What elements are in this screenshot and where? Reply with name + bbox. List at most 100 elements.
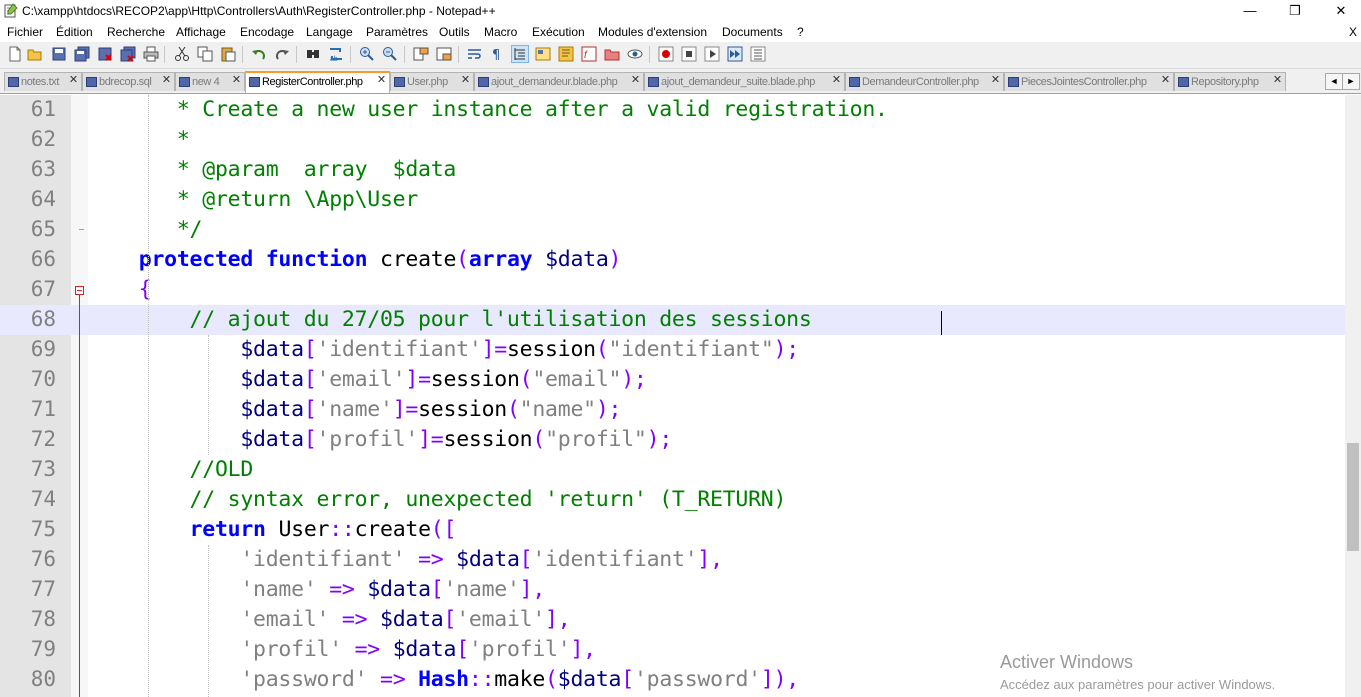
- vertical-scrollbar-thumb[interactable]: [1347, 443, 1359, 551]
- toolbar-separator: [296, 46, 297, 63]
- menu-documents[interactable]: Documents: [722, 25, 783, 39]
- saved-file-icon: [478, 77, 489, 87]
- menu-recherche[interactable]: Recherche: [107, 25, 165, 39]
- code-line: 64 * @return \App\User: [0, 185, 1345, 215]
- doc-map-icon[interactable]: [558, 46, 574, 62]
- code-line: 79 'profil' => $data['profil'],: [0, 635, 1345, 665]
- redo-icon[interactable]: [274, 46, 290, 62]
- monitoring-icon[interactable]: [627, 46, 643, 62]
- tab-registercontroller-php[interactable]: RegisterController.php ✕: [245, 71, 390, 93]
- record-macro-icon[interactable]: [658, 46, 674, 62]
- code-line: 75 return User::create([: [0, 515, 1345, 545]
- line-number: 64: [30, 187, 56, 211]
- menu-macro[interactable]: Macro: [484, 25, 517, 39]
- tab-piecesjointescontroller-php[interactable]: PiecesJointesController.php ✕: [1004, 72, 1174, 91]
- menu-outils[interactable]: Outils: [439, 25, 470, 39]
- tab-close-icon[interactable]: ✕: [1272, 75, 1283, 86]
- menu-parametres[interactable]: Paramètres: [366, 25, 428, 39]
- tab-bdrecop-sql[interactable]: bdrecop.sql ✕: [82, 72, 175, 91]
- menu-fichier[interactable]: Fichier: [7, 25, 43, 39]
- indent-guide-icon[interactable]: [511, 45, 529, 63]
- code-line: 67 {: [0, 275, 1345, 305]
- paste-icon[interactable]: [220, 46, 236, 62]
- new-file-icon[interactable]: [7, 46, 23, 62]
- code-editor[interactable]: 61 * Create a new user instance after a …: [0, 95, 1345, 697]
- tab-label: notes.txt: [21, 76, 59, 88]
- tab-user-php[interactable]: User.php ✕: [390, 72, 474, 91]
- toolbar-separator: [242, 46, 243, 63]
- fold-collapse-icon[interactable]: [75, 286, 84, 295]
- menu-encodage[interactable]: Encodage: [240, 25, 294, 39]
- close-icon[interactable]: [97, 46, 113, 62]
- tab-notes-txt[interactable]: notes.txt ✕: [4, 72, 82, 91]
- tab-ajout-demandeur-blade[interactable]: ajout_demandeur.blade.php ✕: [474, 72, 644, 91]
- zoom-in-icon[interactable]: [359, 46, 375, 62]
- tab-demandeurcontroller-php[interactable]: DemandeurController.php ✕: [845, 72, 1004, 91]
- tab-close-icon[interactable]: ✕: [1160, 75, 1171, 86]
- folder-workspace-icon[interactable]: [604, 46, 620, 62]
- open-file-icon[interactable]: [27, 46, 43, 62]
- menu-help[interactable]: ?: [797, 25, 804, 39]
- line-number: 61: [30, 97, 56, 121]
- menu-modules[interactable]: Modules d'extension: [598, 25, 707, 39]
- zoom-out-icon[interactable]: [382, 46, 398, 62]
- undo-icon[interactable]: [251, 46, 267, 62]
- save-macro-icon[interactable]: [750, 46, 766, 62]
- save-icon[interactable]: [51, 46, 67, 62]
- play-macro-icon[interactable]: [704, 46, 720, 62]
- tab-close-icon[interactable]: ✕: [990, 75, 1001, 86]
- save-all-icon[interactable]: [74, 46, 90, 62]
- run-macro-multiple-icon[interactable]: [727, 46, 743, 62]
- tab-scroll-left-icon[interactable]: ◄: [1325, 73, 1343, 90]
- menu-langage[interactable]: Langage: [306, 25, 353, 39]
- menu-affichage[interactable]: Affichage: [176, 25, 226, 39]
- find-icon[interactable]: [305, 46, 321, 62]
- toolbar-separator: [649, 46, 650, 63]
- stop-record-icon[interactable]: [681, 46, 697, 62]
- minimize-button[interactable]: —: [1227, 0, 1273, 22]
- code-text: 'email' => $data['email'],: [240, 607, 571, 632]
- line-number: 63: [30, 157, 56, 181]
- close-all-icon[interactable]: [120, 46, 136, 62]
- code-text: * @return \App\User: [88, 187, 419, 212]
- line-number: 68: [30, 307, 56, 331]
- vertical-scrollbar[interactable]: [1345, 95, 1361, 697]
- print-icon[interactable]: [143, 46, 159, 62]
- cut-icon[interactable]: [174, 46, 190, 62]
- sync-horizontal-icon[interactable]: [436, 46, 452, 62]
- tab-close-icon[interactable]: ✕: [231, 75, 242, 86]
- copy-icon[interactable]: [197, 46, 213, 62]
- tab-close-icon[interactable]: ✕: [630, 75, 641, 86]
- menu-edition[interactable]: Édition: [56, 25, 93, 39]
- show-all-chars-icon[interactable]: ¶: [489, 46, 505, 62]
- code-line: 72 $data['profil']=session("profil");: [0, 425, 1345, 455]
- tab-close-icon[interactable]: ✕: [376, 75, 387, 86]
- sync-vertical-icon[interactable]: [413, 46, 429, 62]
- tab-close-icon[interactable]: ✕: [460, 75, 471, 86]
- current-code-line: 68 // ajout du 27/05 pour l'utilisation …: [0, 305, 1345, 335]
- tab-new-4[interactable]: new 4 ✕: [175, 72, 245, 91]
- fold-end-marker: [79, 229, 84, 230]
- tab-label: new 4: [192, 76, 220, 88]
- tab-label: User.php: [407, 76, 448, 88]
- tab-scroll-right-icon[interactable]: ►: [1342, 73, 1360, 90]
- tab-close-icon[interactable]: ✕: [68, 75, 79, 86]
- code-text: $data['identifiant']=session("identifian…: [240, 337, 799, 362]
- function-list-icon[interactable]: f: [581, 46, 597, 62]
- tab-repository-php[interactable]: Repository.php ✕: [1174, 72, 1286, 91]
- tab-ajout-demandeur-suite-blade[interactable]: ajout_demandeur_suite.blade.php ✕: [644, 72, 845, 91]
- code-line: 71 $data['name']=session("name");: [0, 395, 1345, 425]
- svg-text:¶: ¶: [492, 48, 500, 62]
- close-window-button[interactable]: ✕: [1318, 0, 1361, 22]
- word-wrap-icon[interactable]: [467, 46, 483, 62]
- replace-icon[interactable]: ab: [328, 46, 344, 62]
- close-document-button[interactable]: X: [1349, 25, 1357, 39]
- saved-file-icon: [1178, 77, 1189, 87]
- maximize-button[interactable]: ❐: [1272, 0, 1318, 22]
- code-line: 77 'name' => $data['name'],: [0, 575, 1345, 605]
- tab-close-icon[interactable]: ✕: [831, 75, 842, 86]
- menu-execution[interactable]: Exécution: [532, 25, 585, 39]
- tab-close-icon[interactable]: ✕: [161, 75, 172, 86]
- lang-udl-icon[interactable]: [535, 46, 551, 62]
- code-text: {: [138, 277, 152, 302]
